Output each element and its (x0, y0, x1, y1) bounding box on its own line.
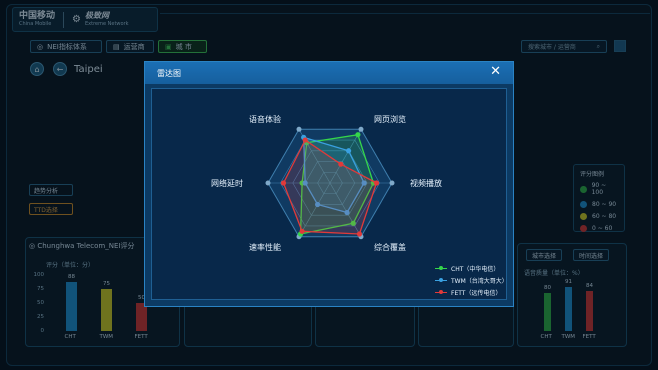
legend-line (435, 290, 447, 294)
radar-axis-dot (358, 126, 364, 132)
radar-axis-label: 语音体验 (249, 115, 281, 124)
radar-data-point (280, 180, 287, 186)
modal-title: 雷达图 (157, 69, 181, 78)
modal-header: 雷达图 ✕ (145, 62, 513, 84)
radar-axis-dot (265, 180, 271, 186)
legend-label: CHT（中华电信） (451, 266, 500, 273)
radar-axis-label: 网页浏览 (374, 115, 406, 124)
radar-axis-label: 综合覆盖 (374, 243, 406, 252)
radar-data-point (299, 228, 305, 234)
modal-body: 网页浏览 视频播放 综合覆盖 速率性能 网络延时 语音体验 CHT（中华电信） … (151, 88, 508, 300)
radar-modal: 雷达图 ✕ 网页浏览 视频播放 综合覆盖 速率性能 网络延时 语音体验 CHT（… (144, 61, 514, 307)
legend-item-cht: CHT（中华电信） (435, 264, 499, 273)
legend-line (435, 278, 447, 282)
radar-axis-label: 视频播放 (410, 179, 442, 188)
radar-axis-label: 速率性能 (249, 243, 281, 252)
radar-data-point (356, 231, 363, 237)
close-button[interactable]: ✕ (490, 65, 501, 79)
radar-axis-dot (389, 180, 395, 186)
radar-data-point (355, 132, 361, 138)
legend-line (435, 266, 447, 270)
legend-label: TWM（台湾大哥大） (451, 278, 508, 285)
radar-data-point (302, 137, 308, 143)
radar-axis-dot (296, 126, 302, 132)
radar-data-point (373, 180, 380, 186)
legend-label: FETT（远传电信） (451, 290, 502, 297)
legend-item-fett: FETT（远传电信） (435, 288, 501, 297)
radar-data-point (338, 161, 344, 167)
legend-item-twm: TWM（台湾大哥大） (435, 276, 508, 285)
radar-data-point (346, 148, 352, 154)
radar-axis-label: 网络延时 (211, 179, 243, 188)
